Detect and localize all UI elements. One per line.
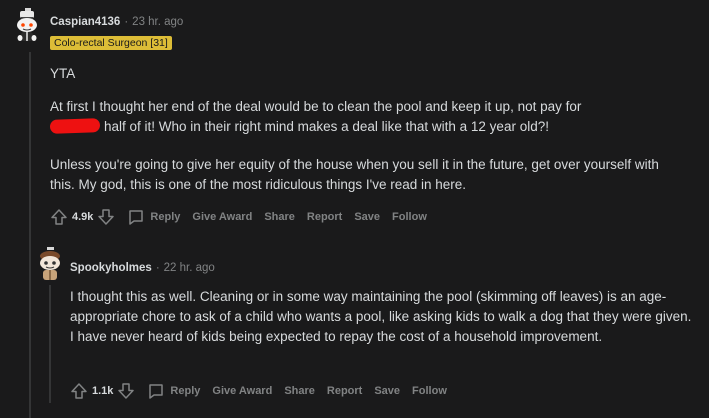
- comment-bubble-icon: [147, 382, 165, 400]
- vote-count: 4.9k: [72, 211, 94, 223]
- comment-thread: Caspian4136 · 23 hr. ago Colo-rectal Sur…: [0, 0, 709, 418]
- report-button[interactable]: Report: [307, 211, 342, 223]
- thread-line[interactable]: [29, 52, 31, 418]
- comment-bubble-icon: [127, 208, 145, 226]
- comment-paragraph: I thought this as well. Cleaning or in s…: [70, 289, 692, 344]
- reply-label: Reply: [170, 385, 201, 397]
- vote-count: 1.1k: [92, 385, 114, 397]
- thread-line-reply[interactable]: [49, 285, 51, 403]
- downvote-icon[interactable]: [117, 382, 135, 400]
- comment-paragraph: YTA: [50, 66, 76, 81]
- timestamp[interactable]: 22 hr. ago: [164, 262, 215, 274]
- follow-button[interactable]: Follow: [392, 211, 427, 223]
- comment-meta: Spookyholmes · 22 hr. ago: [70, 262, 215, 274]
- comment-line-wrap: half of it! Who in their right mind make…: [49, 117, 700, 137]
- reply-button[interactable]: Reply: [127, 208, 180, 226]
- give-award-button[interactable]: Give Award: [192, 211, 252, 223]
- comment-line: At first I thought her end of the deal w…: [50, 99, 582, 114]
- upvote-icon[interactable]: [70, 382, 88, 400]
- reply-label: Reply: [150, 211, 181, 223]
- comment-paragraph: Unless you're going to give her equity o…: [50, 157, 659, 192]
- avatar[interactable]: [10, 8, 42, 41]
- follow-button[interactable]: Follow: [412, 385, 447, 397]
- separator: ·: [124, 16, 129, 28]
- comment-paragraph: At first I thought her end of the deal w…: [49, 97, 700, 137]
- downvote-icon[interactable]: [97, 208, 115, 226]
- report-button[interactable]: Report: [327, 385, 362, 397]
- save-button[interactable]: Save: [354, 211, 380, 223]
- avatar[interactable]: [33, 247, 65, 280]
- avatar-snoo-icon: [40, 247, 60, 280]
- save-button[interactable]: Save: [374, 385, 400, 397]
- timestamp[interactable]: 23 hr. ago: [132, 16, 183, 28]
- upvote-icon[interactable]: [50, 208, 68, 226]
- reply-button[interactable]: Reply: [147, 382, 200, 400]
- user-flair: Colo-rectal Surgeon [31]: [50, 36, 172, 50]
- share-button[interactable]: Share: [264, 211, 295, 223]
- comment-line: half of it! Who in their right mind make…: [104, 119, 549, 134]
- comment-actions: 1.1k Reply Give Award Share Report Save …: [70, 382, 459, 400]
- avatar-snoo-icon: [17, 8, 37, 41]
- share-button[interactable]: Share: [284, 385, 315, 397]
- give-award-button[interactable]: Give Award: [212, 385, 272, 397]
- username[interactable]: Spookyholmes: [70, 262, 152, 274]
- comment-meta: Caspian4136 · 23 hr. ago: [50, 16, 183, 28]
- redaction-mark: [49, 118, 101, 134]
- separator: ·: [155, 262, 160, 274]
- username[interactable]: Caspian4136: [50, 16, 120, 28]
- comment-actions: 4.9k Reply Give Award Share Report Save …: [50, 208, 439, 226]
